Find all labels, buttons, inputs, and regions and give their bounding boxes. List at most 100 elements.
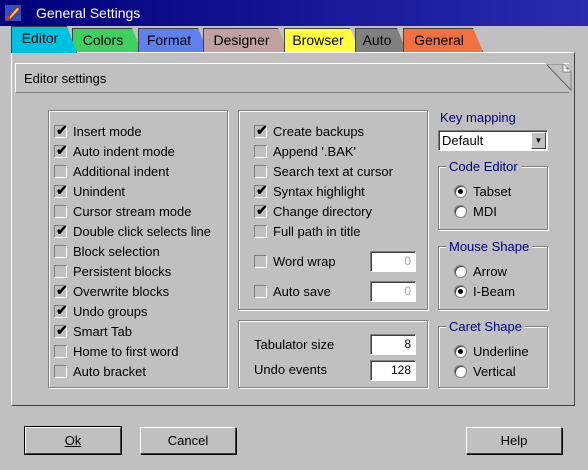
checkbox[interactable]: ✔	[54, 301, 68, 318]
ok-button[interactable]: Ok	[24, 426, 122, 455]
tab-browser[interactable]: Browser	[284, 28, 360, 52]
code-editor-label: Code Editor	[446, 159, 521, 174]
checkbox[interactable]: ✔	[54, 141, 68, 158]
section-title: Editor settings	[24, 71, 107, 86]
file-option[interactable]: ✔ Change directory	[254, 202, 372, 220]
ibeam-radio[interactable]	[454, 284, 467, 298]
checkbox[interactable]: ✔	[254, 181, 268, 198]
editor-option[interactable]: ✔ Overwrite blocks	[54, 282, 169, 300]
checkbox[interactable]: ✔	[254, 201, 268, 218]
tab-format[interactable]: Format	[138, 28, 208, 52]
editor-option-label: Double click selects line	[73, 223, 212, 239]
file-option[interactable]: ✔ Create backups	[254, 122, 364, 140]
caret-shape-label: Caret Shape	[446, 319, 525, 334]
auto-save-box[interactable]	[254, 284, 267, 298]
vertical-radio[interactable]	[454, 364, 467, 378]
arrow-radio[interactable]	[454, 264, 467, 278]
checkbox[interactable]: ✔	[54, 123, 68, 138]
undo-events-input[interactable]: 128	[370, 360, 416, 381]
checkbox[interactable]	[54, 364, 67, 378]
chevron-down-icon[interactable]: ▼	[531, 132, 546, 149]
editor-option[interactable]: Home to first word	[54, 342, 178, 360]
vertical-label: Vertical	[473, 363, 516, 379]
editor-option[interactable]: Cursor stream mode	[54, 202, 191, 220]
tab-general[interactable]: General	[403, 28, 483, 52]
underline-radio[interactable]	[454, 344, 467, 358]
editor-option-label: Overwrite blocks	[73, 283, 170, 299]
checkmark-icon: ✔	[56, 281, 68, 298]
editor-option-label: Home to first word	[73, 343, 179, 359]
cancel-button[interactable]: Cancel	[140, 427, 236, 454]
checkmark-icon: ✔	[56, 141, 68, 158]
checkbox[interactable]	[54, 264, 67, 278]
radio-mdi[interactable]: MDI	[454, 202, 497, 220]
checkbox[interactable]	[254, 224, 267, 238]
word-wrap-checkbox[interactable]: Word wrap	[254, 252, 336, 270]
editor-option[interactable]: ✔ Unindent	[54, 182, 125, 200]
checkbox[interactable]	[54, 244, 67, 258]
radio-arrow[interactable]: Arrow	[454, 262, 507, 280]
checkbox[interactable]: ✔	[54, 221, 68, 238]
checkbox[interactable]	[254, 144, 267, 158]
svg-text:+: +	[565, 66, 569, 73]
word-wrap-label: Word wrap	[273, 253, 336, 269]
key-mapping-value: Default	[442, 133, 484, 148]
editor-option[interactable]: Block selection	[54, 242, 160, 260]
auto-save-checkbox[interactable]: Auto save	[254, 282, 331, 300]
file-option[interactable]: Search text at cursor	[254, 162, 393, 180]
checkbox[interactable]	[254, 164, 267, 178]
tab-colors[interactable]: Colors	[72, 28, 142, 52]
editor-option[interactable]: ✔ Double click selects line	[54, 222, 211, 240]
key-mapping-select[interactable]: Default ▼	[438, 130, 548, 151]
radio-vertical[interactable]: Vertical	[454, 362, 516, 380]
underline-label: Underline	[473, 343, 529, 359]
checkbox[interactable]	[54, 344, 67, 358]
tabulator-size-input[interactable]: 8	[370, 334, 416, 355]
window-title: General Settings	[36, 5, 141, 21]
word-wrap-box[interactable]	[254, 254, 267, 268]
tabset-radio[interactable]	[454, 184, 467, 198]
checkmark-icon: ✔	[56, 301, 68, 318]
checkbox[interactable]	[54, 204, 67, 218]
editor-option[interactable]: ✔ Auto indent mode	[54, 142, 175, 160]
tab-auto[interactable]: Auto	[355, 28, 407, 52]
app-icon[interactable]	[3, 3, 23, 23]
editor-option-label: Undo groups	[73, 303, 148, 319]
tab-editor[interactable]: Editor	[11, 26, 77, 53]
checkmark-icon: ✔	[256, 181, 268, 198]
word-wrap-input[interactable]: 0	[370, 251, 416, 272]
file-option-label: Search text at cursor	[273, 163, 393, 179]
editor-option[interactable]: ✔ Smart Tab	[54, 322, 132, 340]
help-button[interactable]: Help	[466, 427, 562, 454]
editor-option[interactable]: Persistent blocks	[54, 262, 171, 280]
editor-option[interactable]: ✔ Undo groups	[54, 302, 147, 320]
editor-option-label: Additional indent	[73, 163, 170, 179]
checkbox[interactable]: ✔	[54, 181, 68, 198]
editor-option-label: Cursor stream mode	[73, 203, 192, 219]
editor-option[interactable]: Auto bracket	[54, 362, 146, 380]
checkmark-icon: ✔	[56, 221, 68, 238]
checkbox[interactable]	[54, 164, 67, 178]
mdi-radio[interactable]	[454, 204, 467, 218]
editor-option-label: Insert mode	[73, 123, 142, 139]
radio-tabset[interactable]: Tabset	[454, 182, 511, 200]
editor-option[interactable]: ✔ Insert mode	[54, 122, 142, 140]
arrow-label: Arrow	[473, 263, 507, 279]
checkmark-icon: ✔	[256, 201, 268, 218]
checkbox[interactable]: ✔	[54, 323, 68, 338]
auto-save-input[interactable]: 0	[370, 281, 416, 302]
radio-ibeam[interactable]: I-Beam	[454, 282, 515, 300]
file-option[interactable]: Full path in title	[254, 222, 360, 240]
checkmark-icon: ✔	[56, 181, 68, 198]
ibeam-label: I-Beam	[473, 283, 515, 299]
tab-designer[interactable]: Designer	[203, 28, 288, 52]
page-fold-icon[interactable]: +	[545, 63, 572, 92]
key-mapping-label: Key mapping	[440, 110, 516, 125]
file-option-label: Create backups	[273, 123, 365, 139]
file-option[interactable]: ✔ Syntax highlight	[254, 182, 365, 200]
editor-option[interactable]: Additional indent	[54, 162, 169, 180]
checkbox[interactable]: ✔	[254, 123, 268, 138]
radio-underline[interactable]: Underline	[454, 342, 529, 360]
file-option[interactable]: Append '.BAK'	[254, 142, 356, 160]
checkbox[interactable]: ✔	[54, 281, 68, 298]
